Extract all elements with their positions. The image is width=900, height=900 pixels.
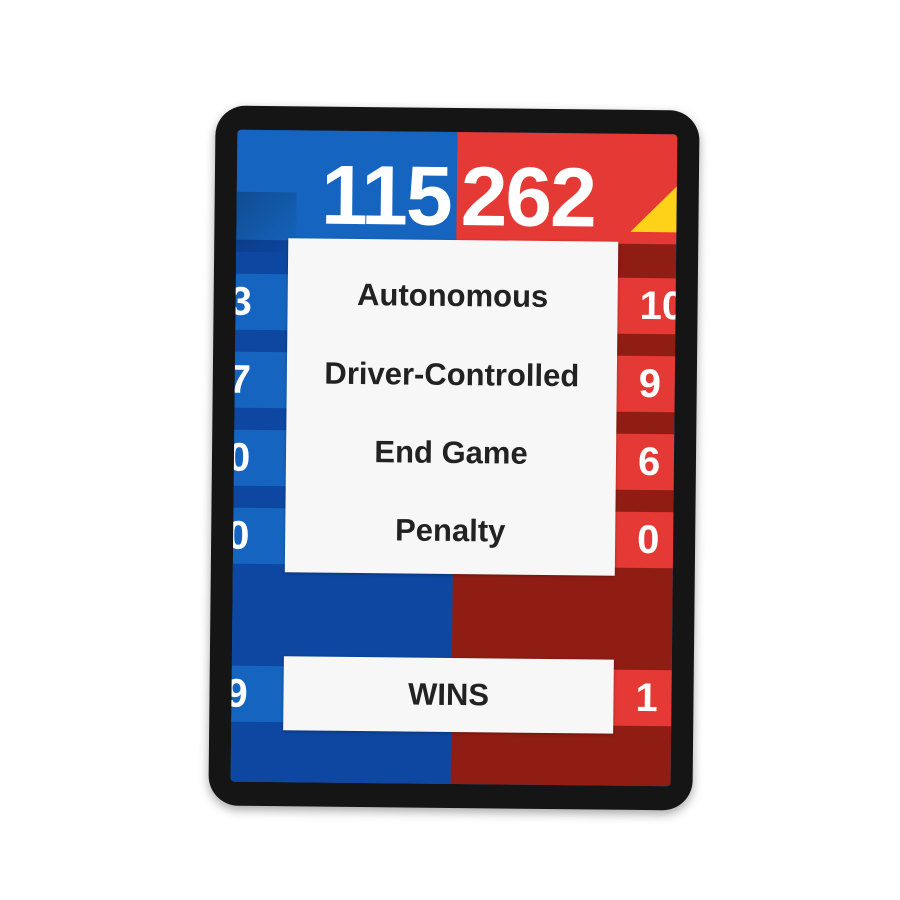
blue-total-score: 115 [320, 147, 452, 243]
blue-penalty-score: 0 [230, 513, 250, 558]
wins-button[interactable]: WINS [283, 656, 614, 734]
red-total-score: 262 [460, 149, 596, 245]
blue-endgame-score: 0 [230, 435, 251, 480]
blue-autonomous-score: 3 [230, 279, 253, 324]
red-driver-score: 9 [638, 361, 662, 407]
blue-wins-count: 9 [230, 671, 248, 716]
blue-driver-score: 7 [230, 357, 252, 402]
scoreboard-screen: 115 262 3 7 0 0 9 10 9 6 0 1 Autonomous … [230, 129, 678, 787]
red-penalty-score: 0 [636, 517, 660, 563]
red-wins-count: 1 [635, 675, 658, 721]
menu-item-penalty[interactable]: Penalty [285, 512, 615, 548]
menu-item-driver-controlled[interactable]: Driver-Controlled [287, 356, 617, 394]
yellow-flag-icon [630, 185, 677, 233]
tablet-device: 115 262 3 7 0 0 9 10 9 6 0 1 Autonomous … [208, 105, 700, 811]
red-endgame-score: 6 [637, 439, 661, 485]
red-autonomous-score: 10 [639, 283, 678, 329]
category-menu: Autonomous Driver-Controlled End Game Pe… [284, 238, 619, 576]
menu-item-autonomous[interactable]: Autonomous [288, 277, 618, 314]
menu-item-end-game[interactable]: End Game [286, 434, 616, 471]
